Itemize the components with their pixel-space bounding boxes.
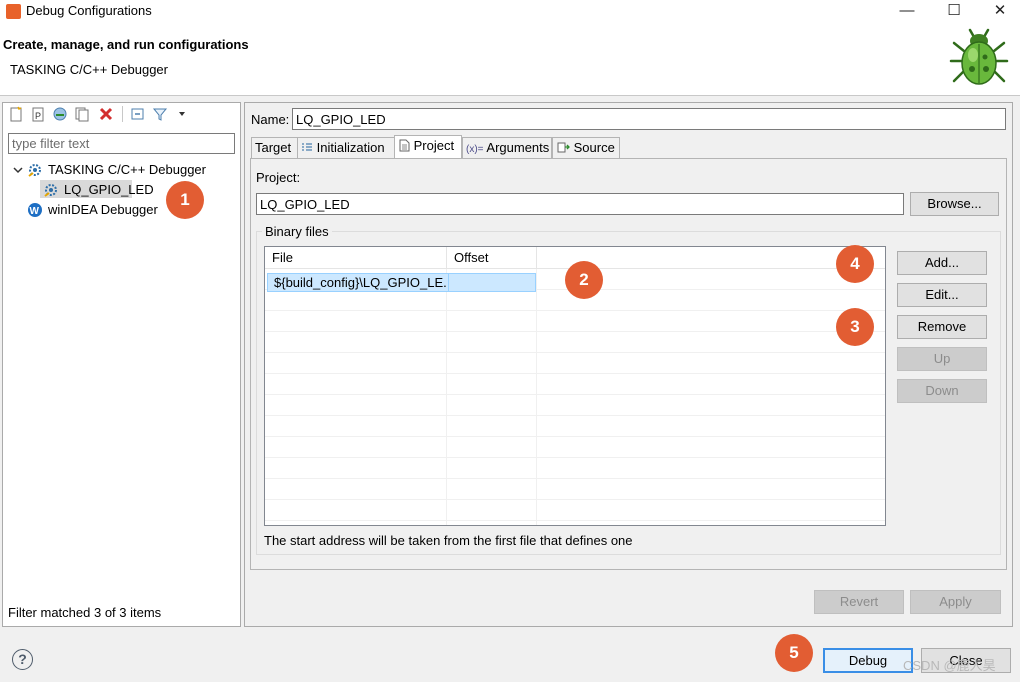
start-address-hint: The start address will be taken from the…	[264, 533, 633, 548]
column-offset[interactable]: Offset	[447, 247, 537, 269]
annotation-badge-2: 2	[565, 261, 603, 299]
project-field[interactable]	[256, 193, 904, 215]
winidea-icon: W	[28, 203, 42, 217]
list-icon	[302, 143, 312, 151]
arguments-icon: (x)=	[466, 144, 484, 155]
launch-config-icon	[44, 184, 57, 197]
debug-button[interactable]: Debug	[823, 648, 913, 673]
edit-button[interactable]: Edit...	[897, 283, 987, 307]
binary-files-label: Binary files	[262, 224, 332, 239]
table-row	[265, 416, 885, 437]
tab-project-label: Project	[413, 138, 455, 153]
banner-title: Create, manage, and run configurations	[3, 37, 249, 52]
watermark: CSDN @鹿人昊	[903, 658, 996, 673]
filter-status: Filter matched 3 of 3 items	[8, 605, 162, 620]
tree-item-tasking[interactable]: TASKING C/C++ Debugger	[48, 162, 206, 177]
tasking-debugger-icon	[28, 164, 41, 177]
toolbar-separator	[122, 106, 123, 122]
column-divider	[536, 269, 537, 525]
column-divider	[446, 269, 447, 525]
tab-arguments[interactable]: (x)= Arguments	[462, 137, 552, 158]
close-window-button[interactable]: ✕	[977, 0, 1020, 24]
table-row	[265, 437, 885, 458]
document-icon	[399, 139, 410, 152]
table-row	[265, 353, 885, 374]
tab-initialization-label: Initialization	[316, 140, 385, 155]
help-icon[interactable]: ?	[12, 649, 33, 670]
tab-target[interactable]: Target	[251, 137, 298, 158]
dropdown-arrow-icon[interactable]	[174, 106, 190, 122]
browse-button[interactable]: Browse...	[910, 192, 999, 216]
revert-button[interactable]: Revert	[814, 590, 904, 614]
apply-button[interactable]: Apply	[910, 590, 1001, 614]
annotation-badge-1: 1	[166, 181, 204, 219]
add-button[interactable]: Add...	[897, 251, 987, 275]
tree-item-winidea[interactable]: winIDEA Debugger	[48, 202, 158, 217]
banner-subtitle: TASKING C/C++ Debugger	[10, 62, 168, 77]
table-row	[265, 479, 885, 500]
minimize-button[interactable]: —	[884, 0, 930, 24]
title-bar	[0, 0, 1020, 24]
annotation-badge-3: 3	[836, 308, 874, 346]
project-label: Project:	[256, 170, 301, 185]
table-row	[265, 374, 885, 395]
table-row	[265, 500, 885, 521]
svg-text:W: W	[30, 206, 40, 217]
tab-project[interactable]: Project	[394, 135, 462, 159]
filter-icon[interactable]	[152, 106, 168, 122]
up-button[interactable]: Up	[897, 347, 987, 371]
tree-item-lq-gpio-led[interactable]: LQ_GPIO_LED	[64, 182, 154, 197]
maximize-button[interactable]: ☐	[931, 0, 977, 24]
annotation-badge-5: 5	[775, 634, 813, 672]
tab-target-label: Target	[255, 140, 292, 155]
bug-icon	[949, 28, 1009, 85]
tab-arguments-label: Arguments	[486, 140, 550, 155]
table-row	[265, 311, 885, 332]
binary-file-row-selected[interactable]: ${build_config}\LQ_GPIO_LE...	[267, 273, 536, 292]
name-label: Name:	[251, 112, 290, 127]
table-row	[265, 458, 885, 479]
table-row	[265, 332, 885, 353]
collapse-all-icon[interactable]	[130, 106, 146, 122]
filter-input[interactable]	[8, 133, 235, 154]
annotation-badge-4: 4	[836, 245, 874, 283]
column-file[interactable]: File	[265, 247, 447, 269]
table-row	[265, 395, 885, 416]
tab-initialization[interactable]: Initialization	[297, 137, 395, 158]
export-config-icon[interactable]	[52, 106, 68, 122]
tab-source-label: Source	[573, 140, 615, 155]
duplicate-icon[interactable]	[74, 106, 90, 122]
down-button[interactable]: Down	[897, 379, 987, 403]
window-title: Debug Configurations	[26, 3, 152, 18]
source-lookup-icon	[557, 142, 570, 153]
new-prototype-icon[interactable]: P	[30, 106, 46, 122]
svg-text:P: P	[35, 111, 41, 121]
new-config-icon[interactable]	[8, 106, 24, 122]
chevron-down-icon[interactable]	[12, 164, 24, 176]
cell-divider	[448, 274, 449, 291]
binary-file-cell: ${build_config}\LQ_GPIO_LE...	[274, 275, 446, 290]
delete-icon[interactable]	[98, 106, 114, 122]
remove-button[interactable]: Remove	[897, 315, 987, 339]
header-banner	[0, 24, 1020, 96]
name-field[interactable]	[292, 108, 1006, 130]
tab-source[interactable]: Source	[552, 137, 620, 158]
app-icon	[6, 4, 21, 19]
